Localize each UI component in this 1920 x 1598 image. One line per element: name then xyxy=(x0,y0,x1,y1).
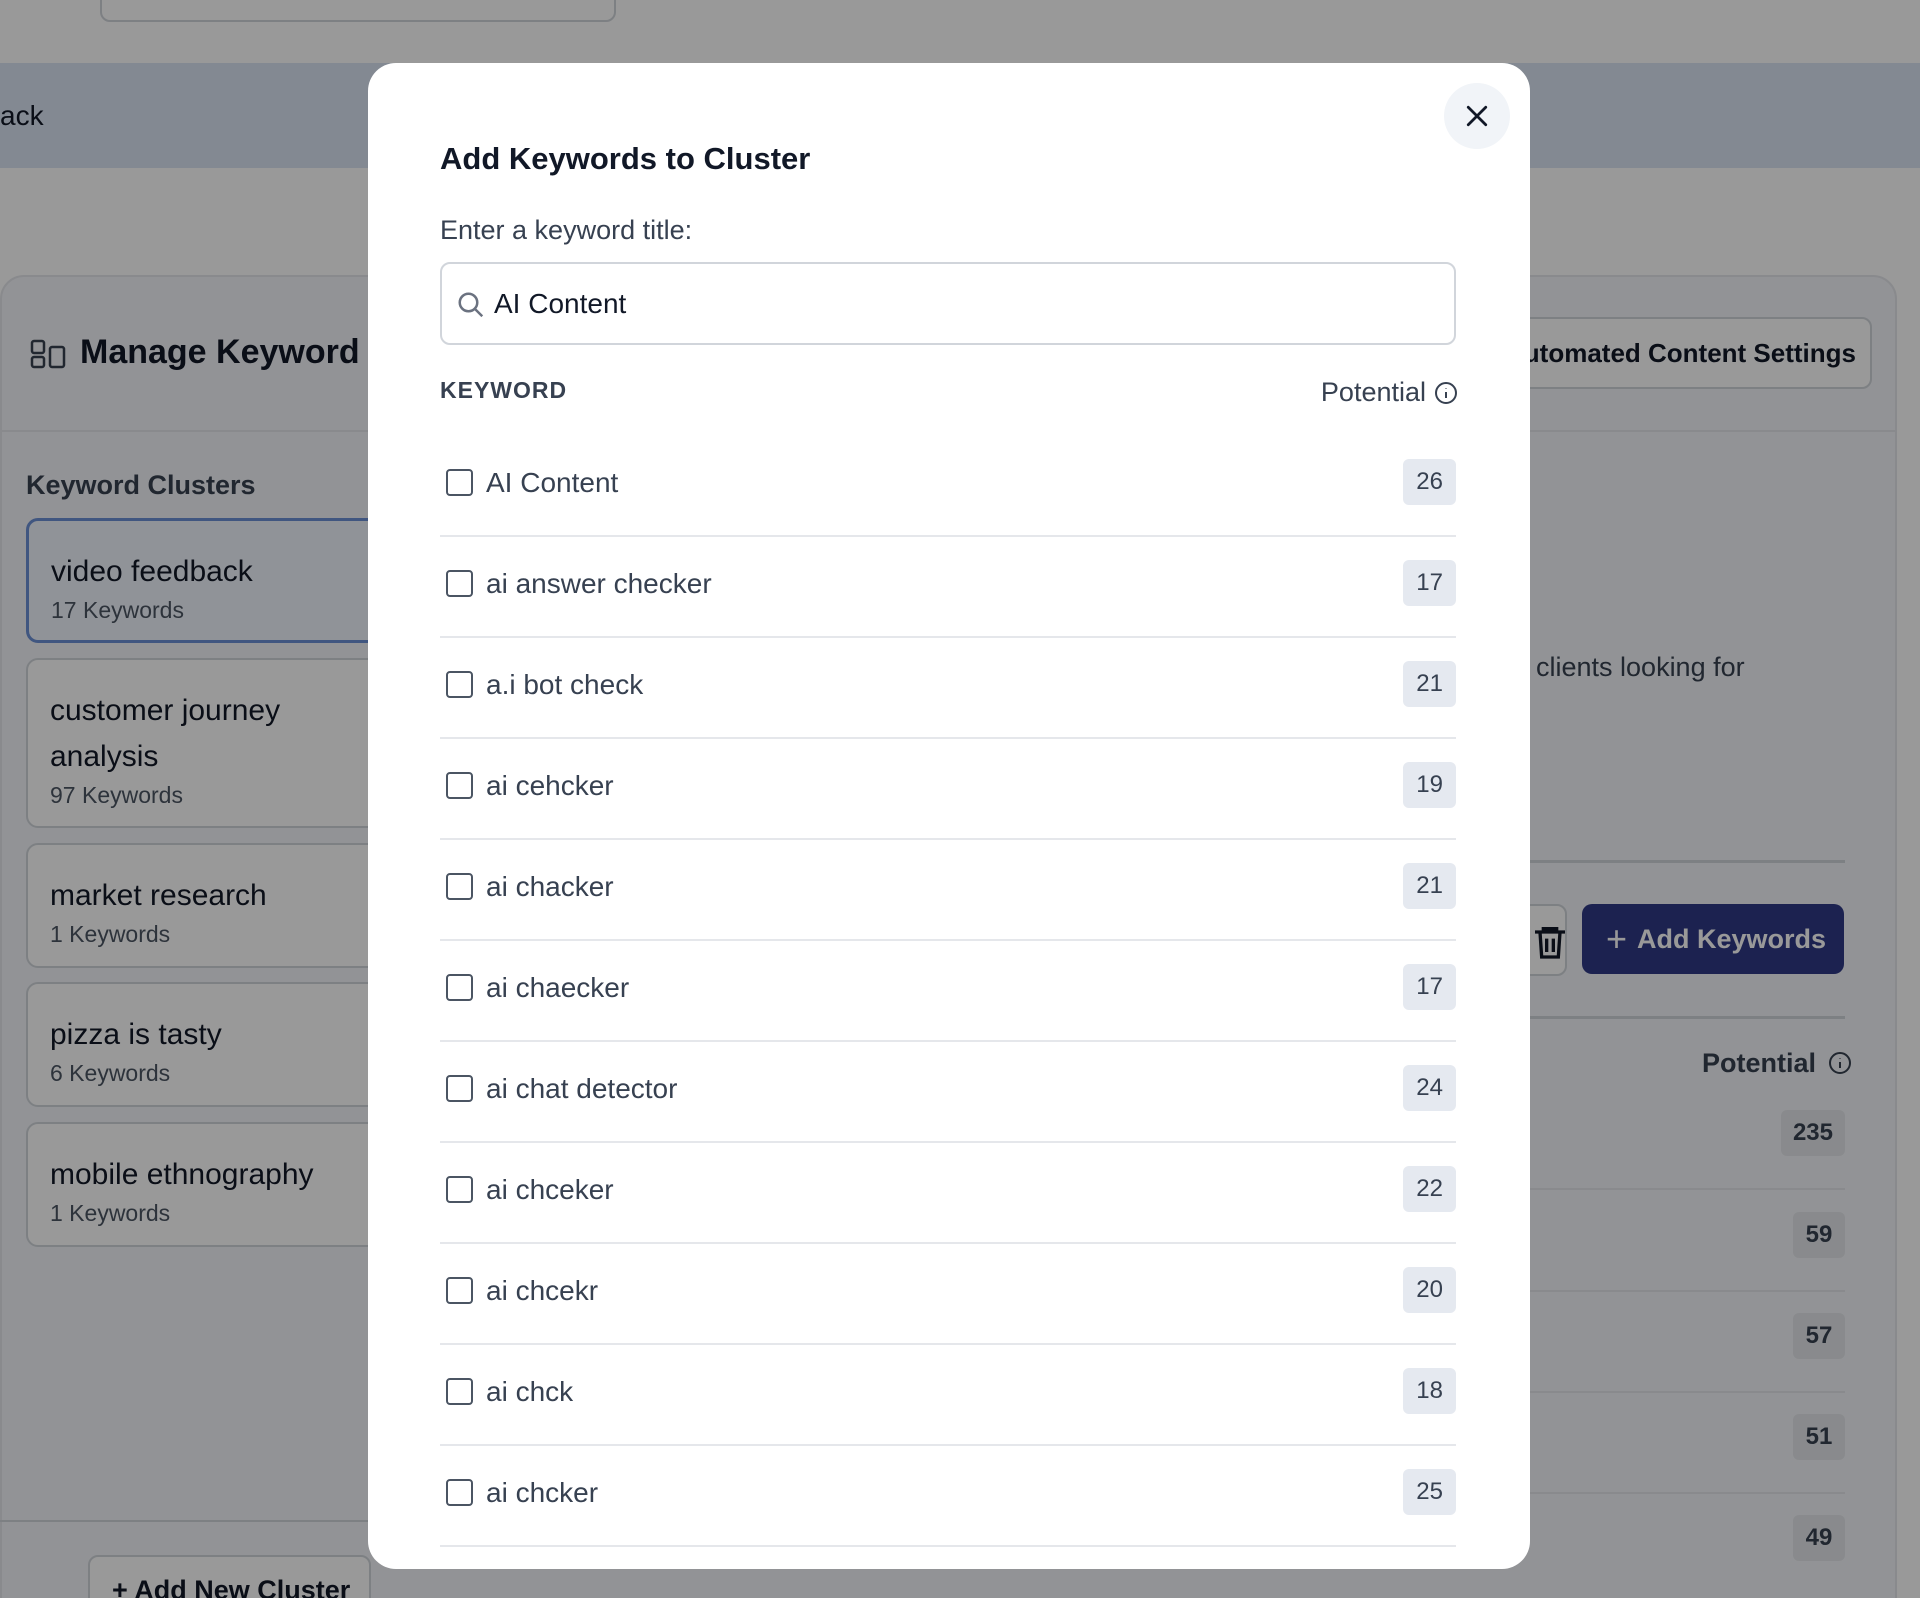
potential-badge: 18 xyxy=(1403,1368,1456,1414)
keyword-checkbox[interactable] xyxy=(446,772,473,799)
keyword-checkbox[interactable] xyxy=(446,1378,473,1405)
keyword-checkbox[interactable] xyxy=(446,671,473,698)
info-icon[interactable] xyxy=(1434,381,1458,405)
keyword-label: ai chaecker xyxy=(486,972,630,1003)
keyword-checkbox[interactable] xyxy=(446,469,473,496)
keyword-row[interactable]: a.i bot check 21 xyxy=(440,638,1456,739)
keyword-column-header: KEYWORD xyxy=(440,377,568,403)
potential-badge: 26 xyxy=(1403,459,1456,505)
keyword-label: ai chcker xyxy=(486,1477,599,1508)
modal-title: Add Keywords to Cluster xyxy=(440,141,811,176)
keyword-search-field[interactable] xyxy=(440,262,1456,345)
keyword-label: ai chceker xyxy=(486,1174,614,1205)
keyword-checkbox[interactable] xyxy=(446,974,473,1001)
keyword-checkbox[interactable] xyxy=(446,570,473,597)
add-keywords-modal: Add Keywords to Cluster Enter a keyword … xyxy=(368,63,1530,1569)
potential-badge: 17 xyxy=(1403,964,1456,1010)
potential-badge: 19 xyxy=(1403,762,1456,808)
keyword-label: a.i bot check xyxy=(486,669,644,700)
potential-badge: 21 xyxy=(1403,661,1456,707)
keyword-label: ai cehcker xyxy=(486,770,614,801)
potential-badge: 25 xyxy=(1403,1469,1456,1515)
keyword-search-input[interactable] xyxy=(494,272,1434,336)
keyword-row[interactable]: ai chcekr 20 xyxy=(440,1244,1456,1345)
potential-badge: 20 xyxy=(1403,1267,1456,1313)
search-icon xyxy=(458,292,484,318)
keyword-row[interactable]: ai answer checker 17 xyxy=(440,537,1456,638)
keyword-label: ai chat detector xyxy=(486,1073,678,1104)
keyword-row[interactable]: ai chck 18 xyxy=(440,1345,1456,1446)
keyword-checkbox[interactable] xyxy=(446,1277,473,1304)
close-button[interactable] xyxy=(1444,83,1510,149)
close-icon xyxy=(1466,105,1488,127)
keyword-title-label: Enter a keyword title: xyxy=(440,215,693,245)
keyword-checkbox[interactable] xyxy=(446,1479,473,1506)
keyword-row[interactable]: ai chcker 25 xyxy=(440,1446,1456,1547)
keyword-row[interactable]: ai chaecker 17 xyxy=(440,941,1456,1042)
keyword-row[interactable]: AI Content 26 xyxy=(440,436,1456,537)
potential-label: Potential xyxy=(1320,377,1426,407)
keyword-checkbox[interactable] xyxy=(446,873,473,900)
keyword-label: ai chcekr xyxy=(486,1275,599,1306)
keyword-row[interactable]: ai cehcker 19 xyxy=(440,739,1456,840)
keyword-label: ai answer checker xyxy=(486,568,712,599)
potential-badge: 22 xyxy=(1403,1166,1456,1212)
potential-column-header: Potential xyxy=(1321,377,1458,408)
keyword-list: AI Content 26 ai answer checker 17 a.i b… xyxy=(440,436,1456,1547)
keyword-row[interactable]: ai chat detector 24 xyxy=(440,1042,1456,1143)
keyword-checkbox[interactable] xyxy=(446,1176,473,1203)
keyword-checkbox[interactable] xyxy=(446,1075,473,1102)
keyword-label: ai chacker xyxy=(486,871,614,902)
keyword-label: AI Content xyxy=(486,467,619,498)
keyword-row[interactable]: ai chceker 22 xyxy=(440,1143,1456,1244)
keyword-label: ai chck xyxy=(486,1376,574,1407)
potential-badge: 24 xyxy=(1403,1065,1456,1111)
keyword-row[interactable]: ai chacker 21 xyxy=(440,840,1456,941)
potential-badge: 21 xyxy=(1403,863,1456,909)
potential-badge: 17 xyxy=(1403,560,1456,606)
